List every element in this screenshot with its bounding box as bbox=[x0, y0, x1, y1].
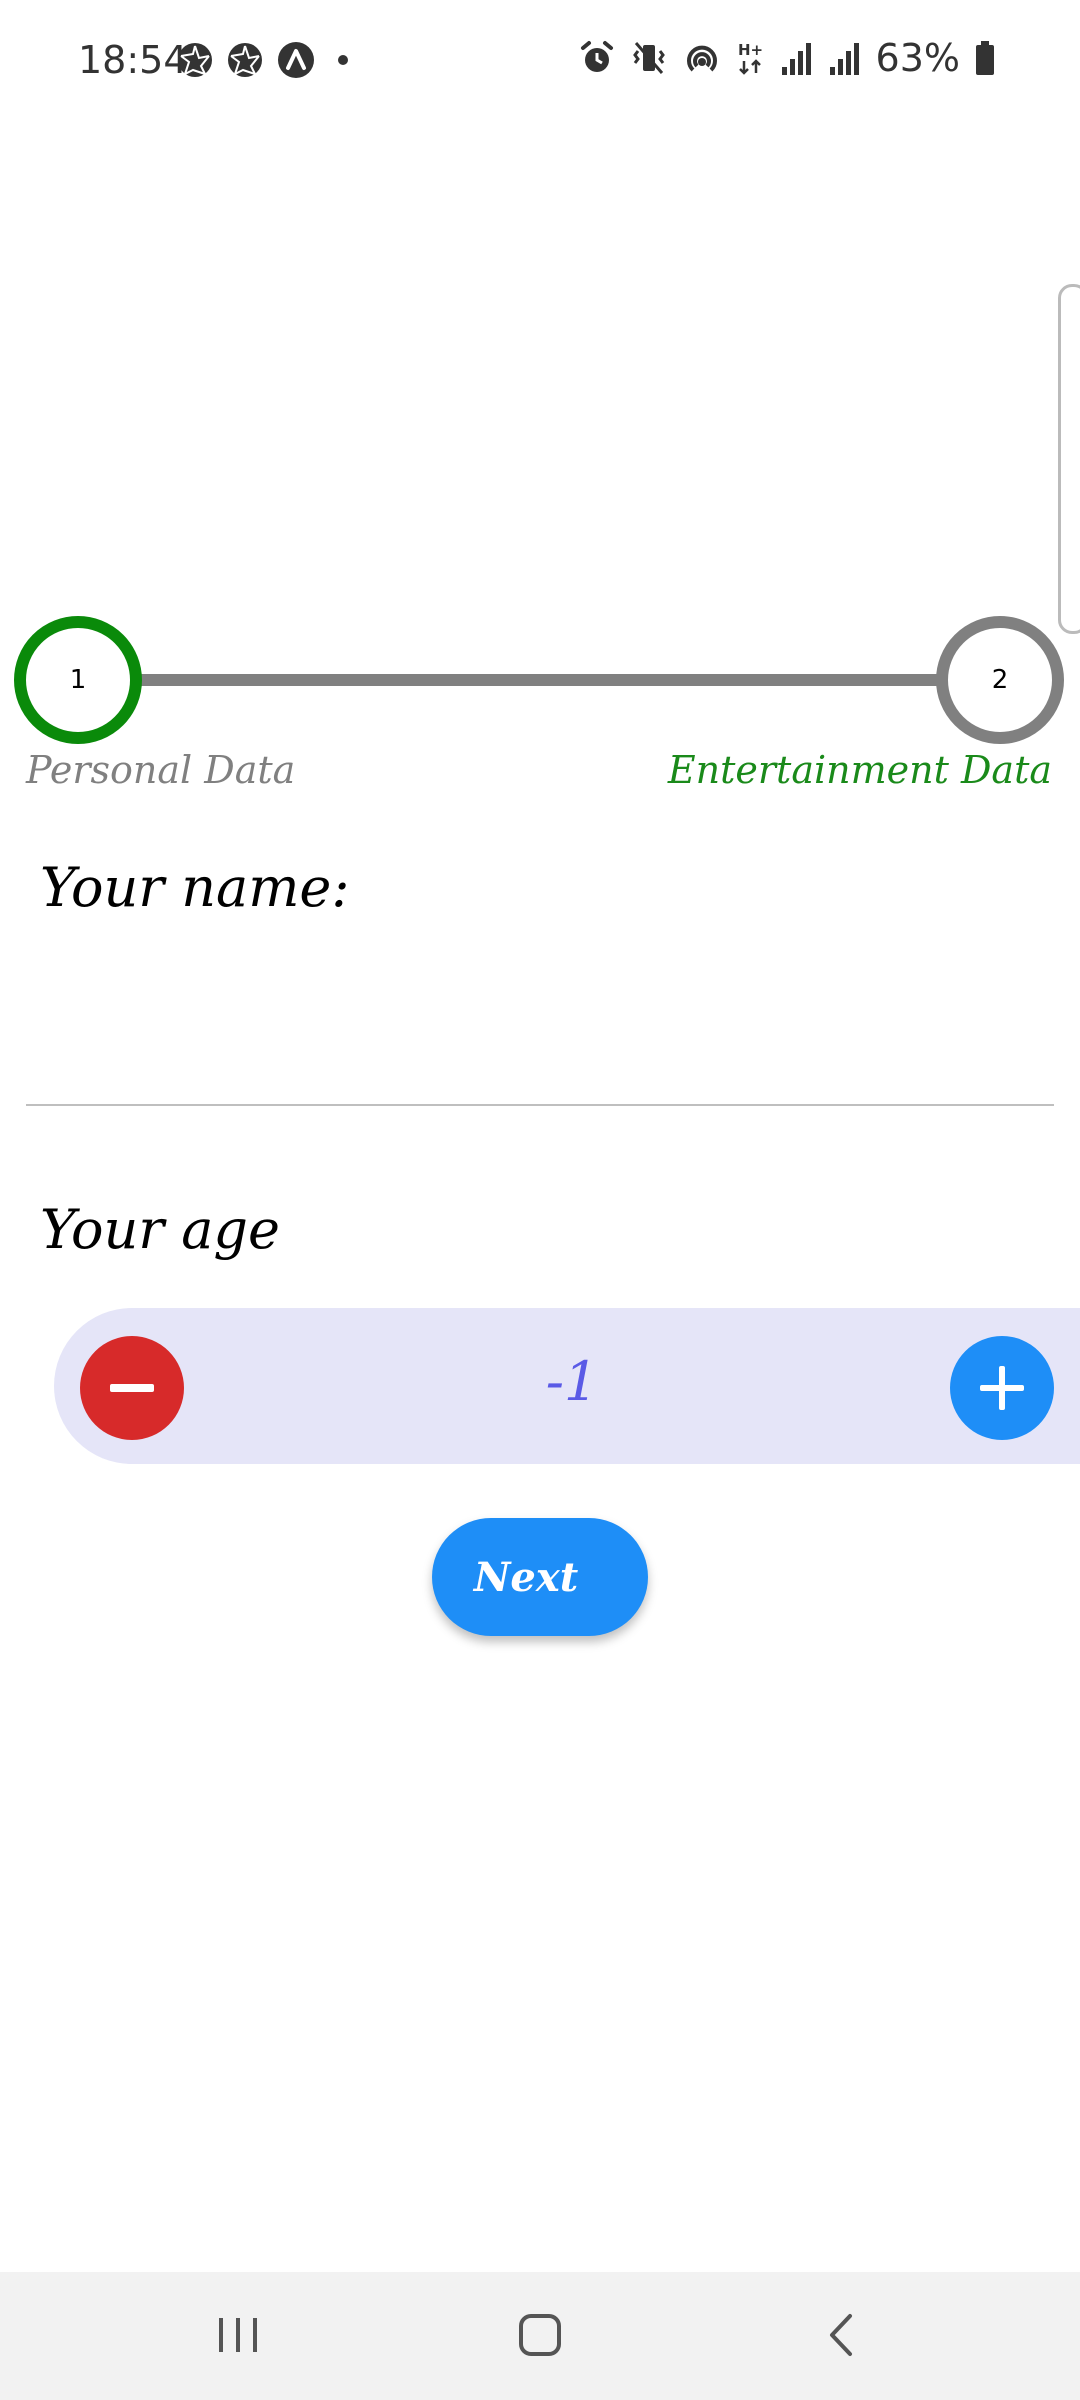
edge-panel-handle[interactable] bbox=[1058, 284, 1080, 634]
alarm-icon bbox=[578, 39, 616, 77]
hotspot-icon bbox=[682, 38, 722, 78]
vibrate-icon bbox=[630, 39, 668, 77]
back-icon bbox=[830, 2314, 852, 2356]
signal-icon bbox=[828, 39, 862, 77]
step-2-label: Entertainment Data bbox=[667, 748, 1052, 792]
step-1-label: Personal Data bbox=[26, 748, 296, 792]
name-label: Your name: bbox=[40, 856, 350, 919]
dot-icon bbox=[328, 45, 358, 75]
home-icon bbox=[519, 2314, 561, 2356]
aperture-icon bbox=[176, 41, 214, 79]
back-button[interactable] bbox=[802, 2300, 882, 2370]
signal-icon bbox=[780, 39, 814, 77]
step-2-indicator[interactable]: 2 bbox=[936, 616, 1064, 744]
step-1-number: 1 bbox=[69, 665, 87, 695]
recents-button[interactable] bbox=[198, 2300, 278, 2370]
navigation-bar bbox=[0, 2272, 1080, 2400]
battery-icon bbox=[974, 39, 996, 77]
system-status-icons: H+ 63% bbox=[578, 36, 996, 80]
plus-icon bbox=[980, 1366, 1024, 1410]
notification-icons bbox=[176, 40, 358, 80]
hplus-icon: H+ bbox=[736, 39, 766, 77]
battery-percentage: 63% bbox=[875, 36, 960, 80]
age-label: Your age bbox=[40, 1198, 280, 1261]
name-input[interactable] bbox=[26, 960, 1054, 1106]
age-stepper: -1 bbox=[54, 1308, 1080, 1464]
step-1-indicator[interactable]: 1 bbox=[14, 616, 142, 744]
aperture-icon bbox=[226, 41, 264, 79]
step-2-number: 2 bbox=[991, 665, 1009, 695]
next-button[interactable]: Next bbox=[432, 1518, 648, 1636]
status-time: 18:54 bbox=[78, 38, 188, 82]
app-screen: 18:54 H+ 63% 1 2 Personal Data Entertain… bbox=[0, 0, 1080, 2400]
increment-button[interactable] bbox=[950, 1336, 1054, 1440]
status-bar: 18:54 H+ 63% bbox=[0, 0, 1080, 120]
next-button-label: Next bbox=[473, 1553, 579, 1601]
stepper-connector-line bbox=[120, 674, 960, 686]
app-a-icon bbox=[276, 40, 316, 80]
recents-icon bbox=[219, 2318, 257, 2352]
age-value: -1 bbox=[545, 1350, 599, 1413]
svg-text:H+: H+ bbox=[738, 41, 763, 59]
home-button[interactable] bbox=[500, 2300, 580, 2370]
